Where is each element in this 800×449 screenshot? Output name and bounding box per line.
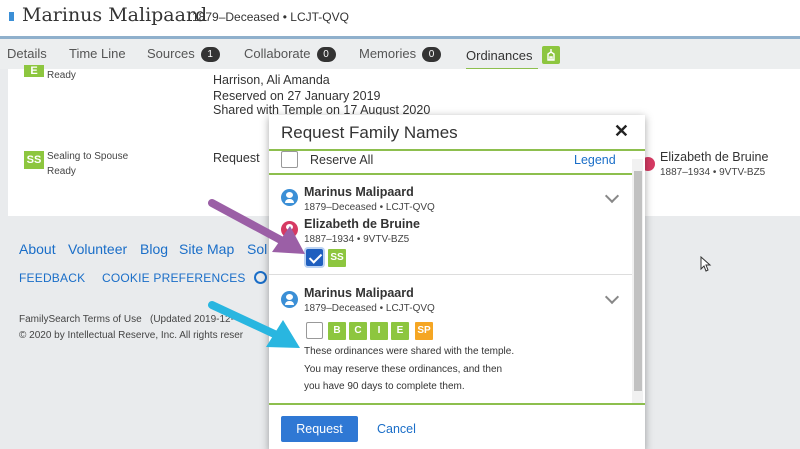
annotation-arrows xyxy=(208,199,305,348)
cyan-arrow-icon xyxy=(208,301,300,348)
purple-arrow-icon xyxy=(208,199,305,254)
